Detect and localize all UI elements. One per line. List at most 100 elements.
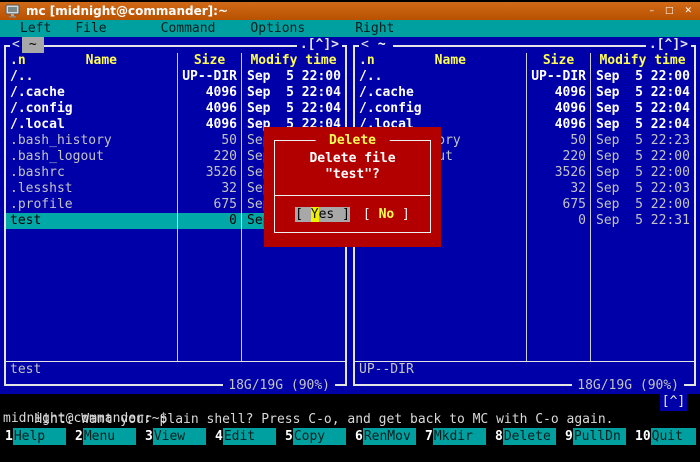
fkey-quit[interactable]: 10Quit xyxy=(630,428,700,445)
file-mtime: Sep 5 22:00 xyxy=(590,165,694,181)
fkey-delete[interactable]: 8Delete xyxy=(490,428,560,445)
file-size: 50 xyxy=(177,133,241,149)
panel-scroll-markers[interactable]: .[^]> xyxy=(297,37,342,53)
fkey-number: 6 xyxy=(350,428,363,445)
file-row[interactable]: /.config4096Sep 5 22:04 xyxy=(6,101,345,117)
yes-hotkey: Y xyxy=(311,207,319,222)
file-size: UP--DIR xyxy=(526,69,590,85)
panel-path[interactable]: ~ xyxy=(371,37,393,53)
file-name: /.config xyxy=(355,101,526,117)
file-name: /.cache xyxy=(6,85,177,101)
file-row[interactable]: /..UP--DIRSep 5 22:00 xyxy=(355,69,694,85)
file-mtime: Sep 5 22:04 xyxy=(590,101,694,117)
file-name: .lesshst xyxy=(6,181,177,197)
file-mtime: Sep 5 22:04 xyxy=(241,85,345,101)
delete-dialog-frame: Delete Delete file "test"? [ Yes ] [ No … xyxy=(274,140,431,233)
mini-status: test xyxy=(6,361,345,378)
file-size: 4096 xyxy=(526,85,590,101)
file-size: 32 xyxy=(526,181,590,197)
sort-key[interactable]: n xyxy=(367,53,375,69)
menu-options[interactable]: Options xyxy=(250,20,305,37)
panel-scroll-markers[interactable]: .[^]> xyxy=(646,37,691,53)
panel-path[interactable]: ~ xyxy=(22,37,44,53)
fkey-edit[interactable]: 4Edit xyxy=(210,428,280,445)
file-size: 50 xyxy=(526,133,590,149)
window-titlebar: mc [midnight@commander]:~ – □ ✕ xyxy=(0,0,700,20)
sort-indicator: . xyxy=(10,53,18,69)
yes-bracket-open: [ xyxy=(295,207,311,222)
sort-indicator: . xyxy=(359,53,367,69)
file-mtime: Sep 5 22:03 xyxy=(590,181,694,197)
column-header-size[interactable]: Size xyxy=(526,53,590,69)
fkey-number: 10 xyxy=(630,428,651,445)
fkey-mkdir[interactable]: 7Mkdir xyxy=(420,428,490,445)
file-size: 0 xyxy=(526,213,590,229)
fkey-number: 3 xyxy=(140,428,153,445)
minimize-button[interactable]: – xyxy=(649,6,654,16)
file-size: 32 xyxy=(177,181,241,197)
close-button[interactable]: ✕ xyxy=(684,6,692,16)
delete-dialog: Delete Delete file "test"? [ Yes ] [ No … xyxy=(264,127,441,247)
panel-bottom-border: 18G/19G (90%) xyxy=(2,378,349,394)
file-mtime: Sep 5 22:00 xyxy=(241,69,345,85)
fkey-label: PullDn xyxy=(573,428,626,445)
fkey-label: RenMov xyxy=(363,428,416,445)
fkey-number: 7 xyxy=(420,428,433,445)
disk-usage: 18G/19G (90%) xyxy=(223,378,335,394)
column-header-mtime[interactable]: Modify time xyxy=(241,53,345,69)
column-header-name[interactable]: Name xyxy=(26,53,177,69)
fkey-label: Menu xyxy=(83,428,136,445)
menu-file[interactable]: File xyxy=(75,20,106,37)
panel-empty-area xyxy=(6,229,345,361)
fkey-number: 5 xyxy=(280,428,293,445)
file-size: UP--DIR xyxy=(177,69,241,85)
file-mtime: Sep 5 22:00 xyxy=(590,69,694,85)
terminal-icon xyxy=(5,4,20,18)
menu-right[interactable]: Right xyxy=(355,20,394,37)
menu-left[interactable]: Left xyxy=(20,20,51,37)
file-name: /.. xyxy=(6,69,177,85)
file-size: 3526 xyxy=(177,165,241,181)
file-size: 3526 xyxy=(526,165,590,181)
panel-column-headers: . n Name Size Modify time xyxy=(355,53,694,69)
no-button[interactable]: [ No ] xyxy=(363,207,410,222)
file-row[interactable]: /.config4096Sep 5 22:04 xyxy=(355,101,694,117)
file-size: 4096 xyxy=(177,117,241,133)
scroll-up-indicator[interactable]: [^] xyxy=(660,394,687,411)
fkey-pulldn[interactable]: 9PullDn xyxy=(560,428,630,445)
file-name: /.. xyxy=(355,69,526,85)
sort-key[interactable]: n xyxy=(18,53,26,69)
fkey-renmov[interactable]: 6RenMov xyxy=(350,428,420,445)
column-header-name[interactable]: Name xyxy=(375,53,526,69)
fkey-copy[interactable]: 5Copy xyxy=(280,428,350,445)
maximize-button[interactable]: □ xyxy=(665,6,674,16)
column-header-mtime[interactable]: Modify time xyxy=(590,53,694,69)
fkey-label: Edit xyxy=(223,428,276,445)
file-name: .profile xyxy=(6,197,177,213)
disk-usage: 18G/19G (90%) xyxy=(572,378,684,394)
file-row[interactable]: /.cache4096Sep 5 22:04 xyxy=(6,85,345,101)
dialog-title: Delete xyxy=(315,133,390,149)
file-mtime: Sep 5 22:04 xyxy=(590,85,694,101)
fkey-label: Quit xyxy=(651,428,696,445)
hint-text: Hint: Want your plain shell? Press C-o, … xyxy=(34,412,613,427)
file-name: /.config xyxy=(6,101,177,117)
file-size: 220 xyxy=(177,149,241,165)
fkey-menu[interactable]: 2Menu xyxy=(70,428,140,445)
mini-status: UP--DIR xyxy=(355,361,694,378)
panel-empty-area xyxy=(355,229,694,361)
column-header-size[interactable]: Size xyxy=(177,53,241,69)
menu-command[interactable]: Command xyxy=(161,20,216,37)
file-size: 4096 xyxy=(526,101,590,117)
panel-history-marker[interactable]: < xyxy=(10,37,22,53)
yes-bracket-close: ] xyxy=(334,207,350,222)
menu-bar: Left File Command Options Right xyxy=(0,20,700,37)
file-row[interactable]: /..UP--DIRSep 5 22:00 xyxy=(6,69,345,85)
fkey-number: 2 xyxy=(70,428,83,445)
xterm-window: mc [midnight@commander]:~ – □ ✕ Left Fil… xyxy=(0,0,700,447)
file-row[interactable]: /.cache4096Sep 5 22:04 xyxy=(355,85,694,101)
panel-history-marker[interactable]: < xyxy=(359,37,371,53)
fkey-view[interactable]: 3View xyxy=(140,428,210,445)
dialog-message-line1: Delete file xyxy=(275,151,430,167)
yes-button[interactable]: [ Yes ] xyxy=(295,207,350,222)
